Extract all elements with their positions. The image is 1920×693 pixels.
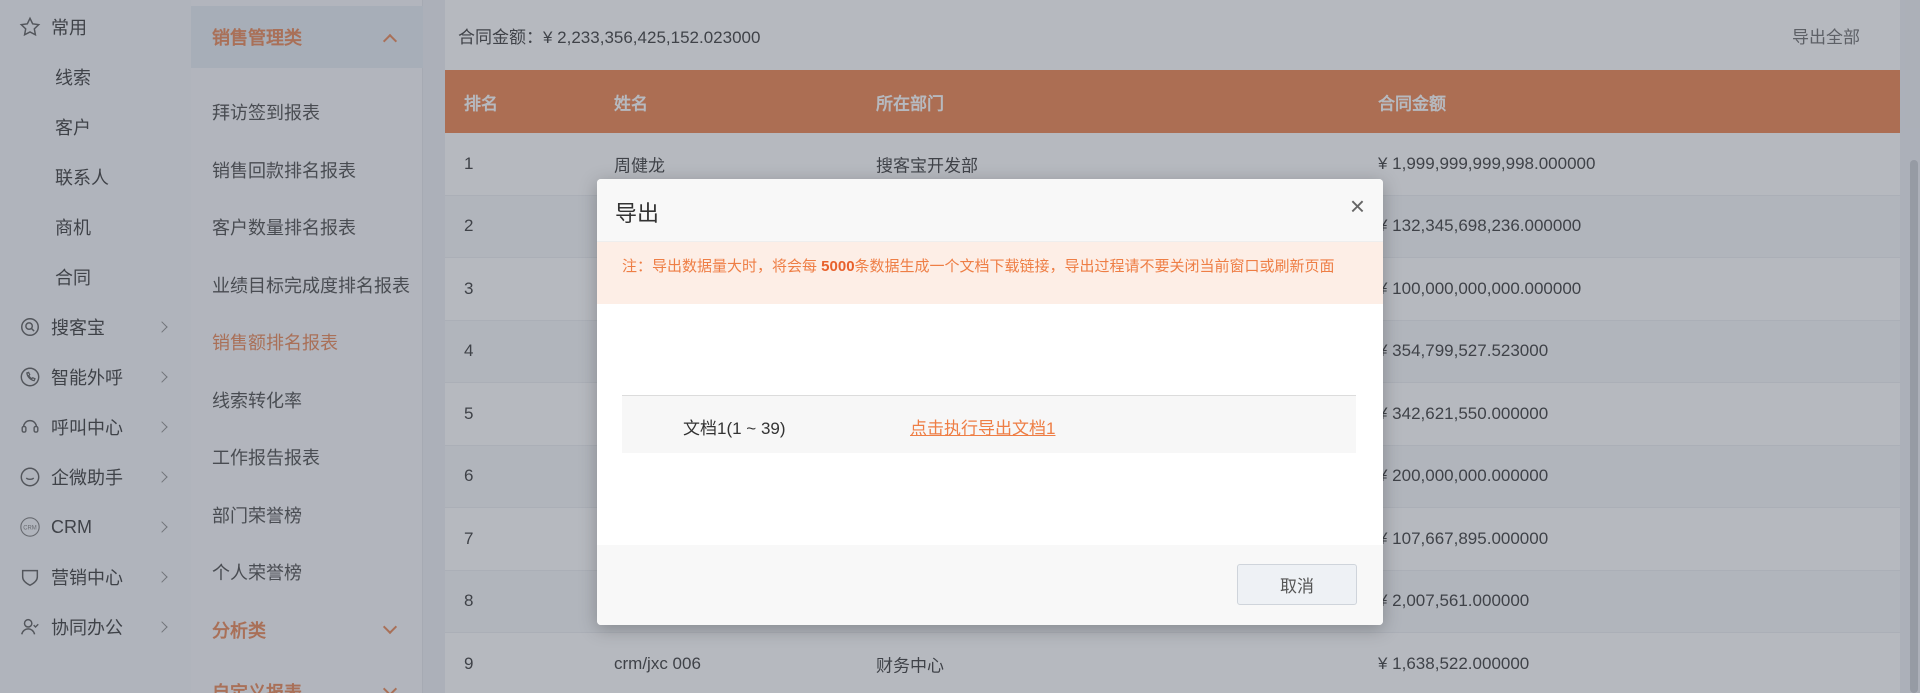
close-icon[interactable]: × (1350, 193, 1365, 219)
export-notice: 注：导出数据量大时，将会每 5000条数据生成一个文档下载链接，导出过程请不要关… (597, 242, 1383, 304)
doc-name: 文档1(1 ~ 39) (683, 419, 786, 438)
export-doc-link[interactable]: 点击执行导出文档1 (910, 414, 1055, 439)
dialog-title: 导出 (615, 201, 660, 226)
cancel-button[interactable]: 取消 (1237, 564, 1357, 605)
notice-text-suffix: 条数据生成一个文档下载链接，导出过程请不要关闭当前窗口或刷新页面 (854, 258, 1335, 275)
export-dialog: 导出 × 注：导出数据量大时，将会每 5000条数据生成一个文档下载链接，导出过… (597, 179, 1383, 625)
notice-text-prefix: 注：导出数据量大时，将会每 (622, 258, 822, 275)
export-doc-row: 文档1(1 ~ 39) 点击执行导出文档1 (622, 395, 1356, 453)
dialog-footer: 取消 (597, 545, 1383, 625)
notice-count: 5000 (821, 258, 855, 275)
dialog-header: 导出 × (597, 179, 1383, 242)
